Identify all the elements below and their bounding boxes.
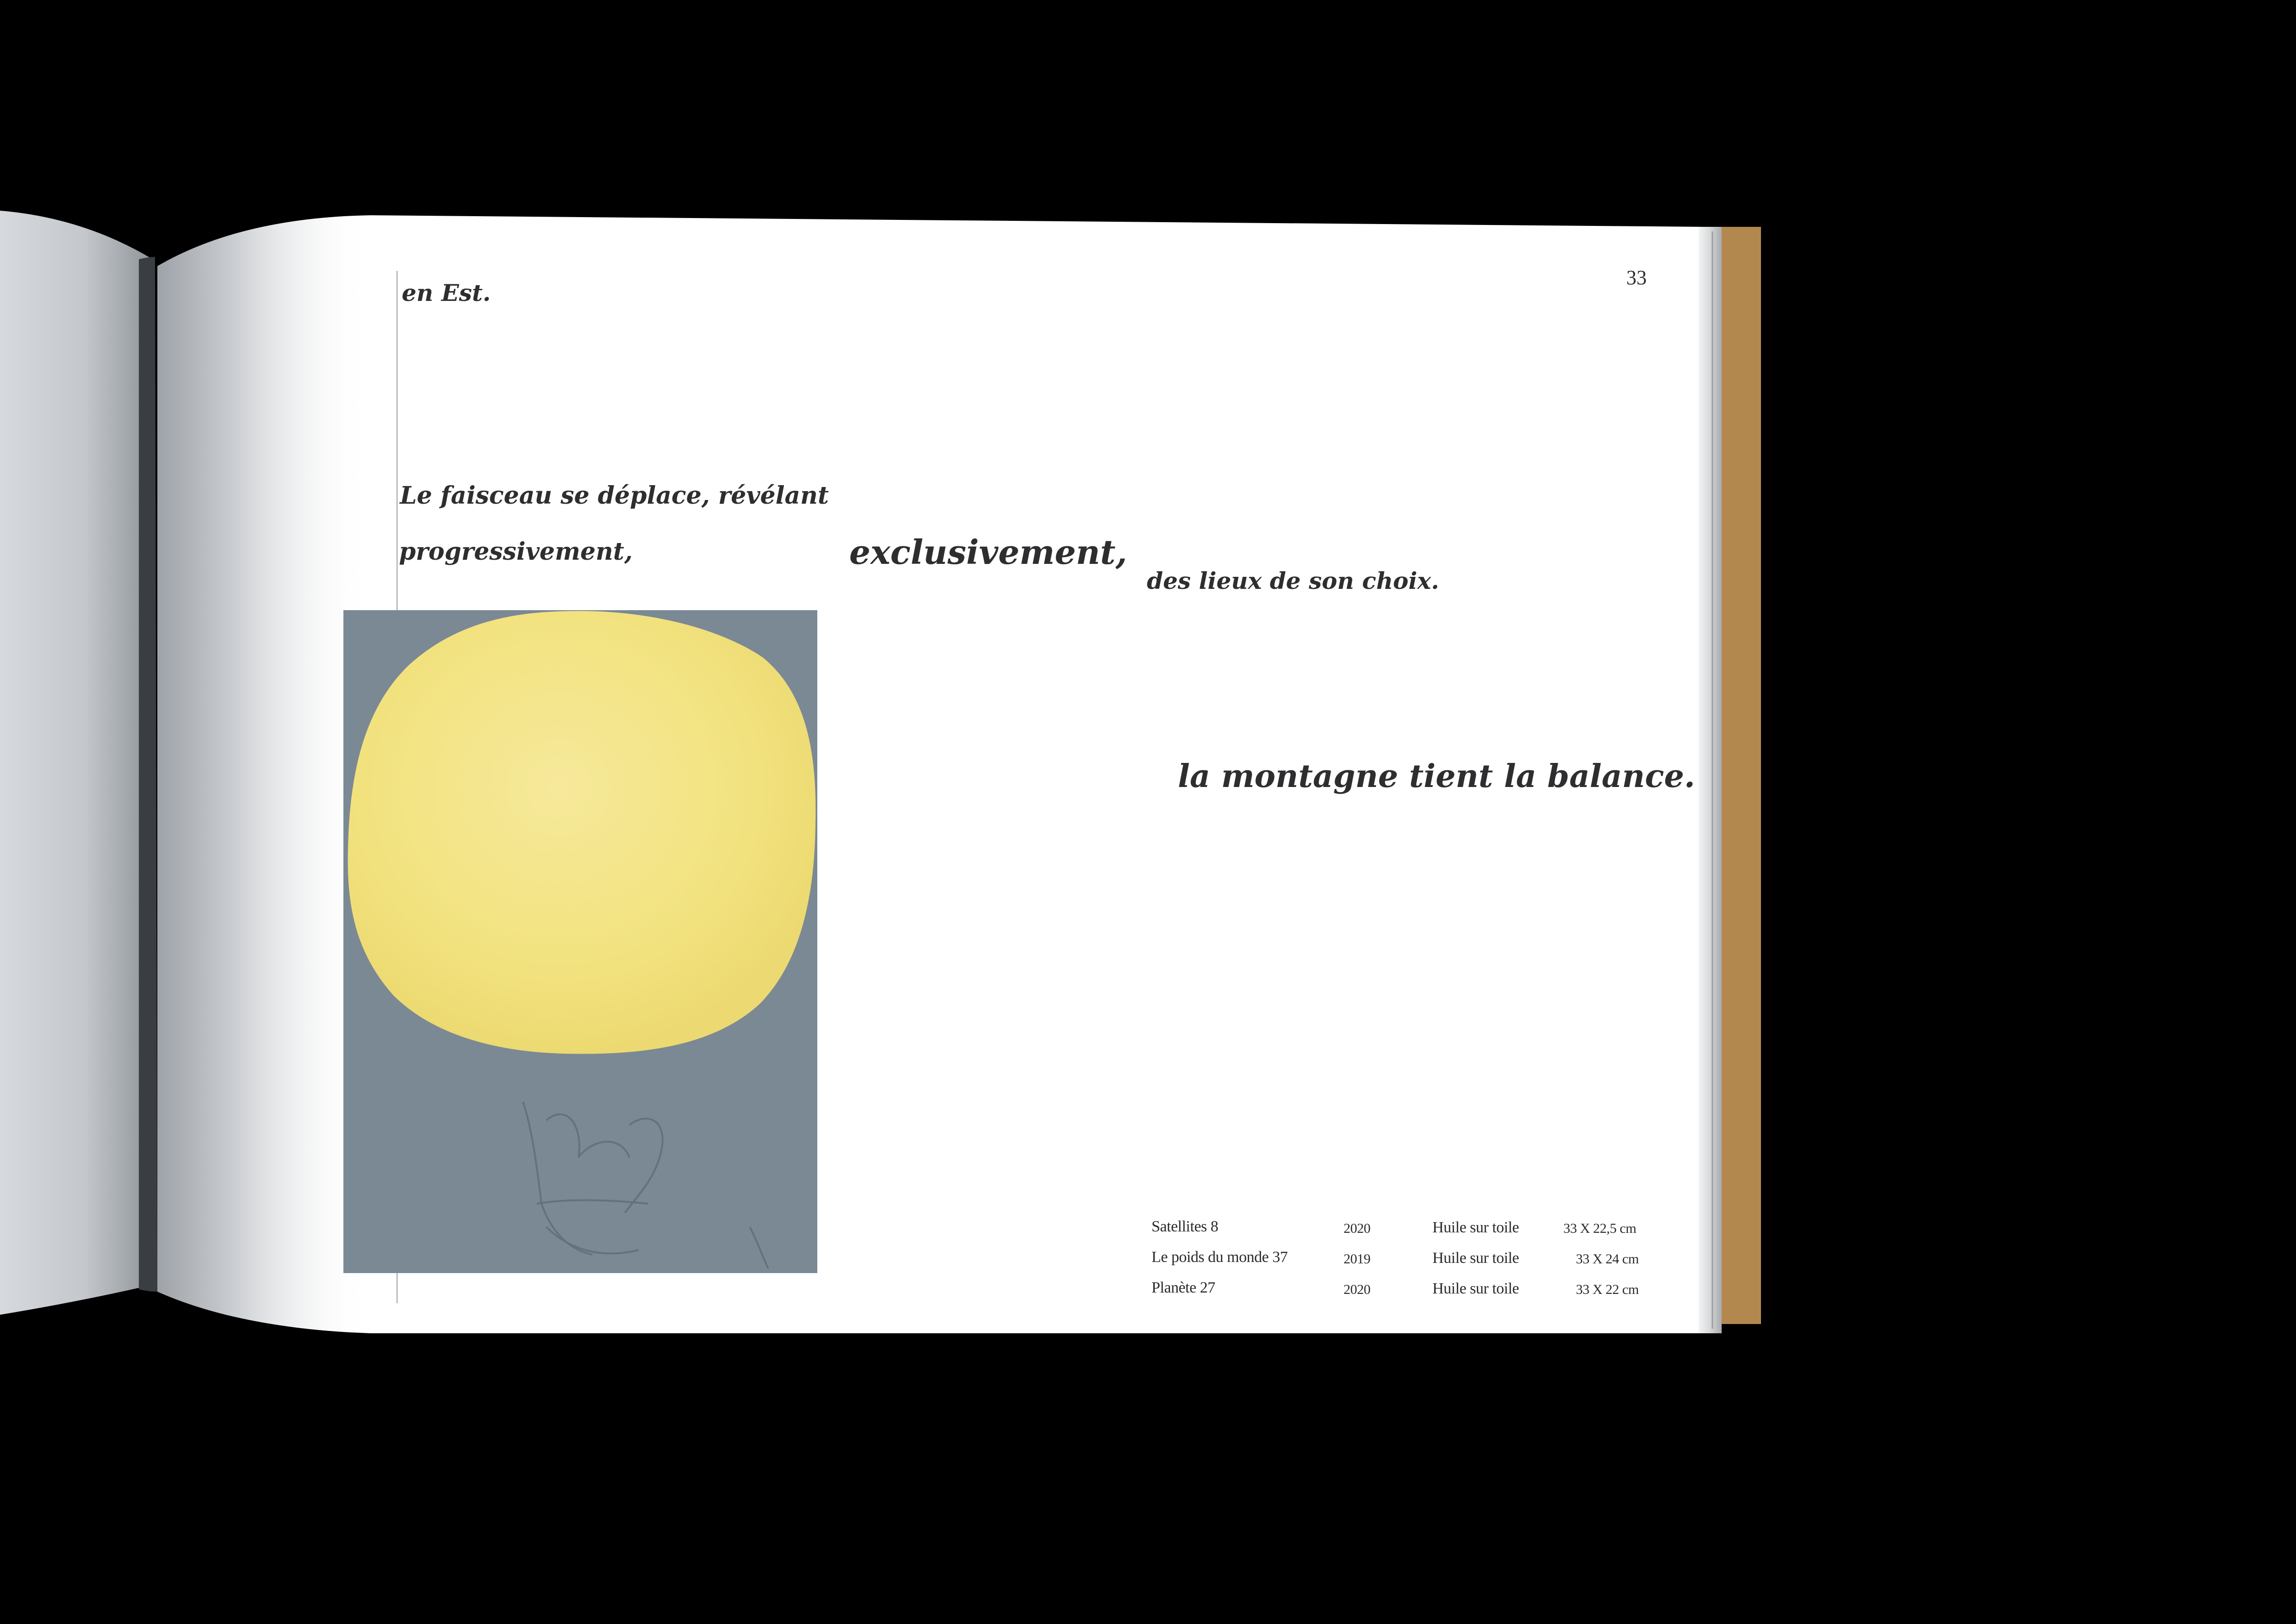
- caption-year: 2020: [1344, 1221, 1371, 1236]
- text-des-lieux: des lieux de son choix.: [1147, 567, 1439, 594]
- caption-size: 33 X 22,5 cm: [1563, 1221, 1636, 1236]
- page-number: 33: [1626, 266, 1647, 289]
- caption-medium: Huile sur toile: [1432, 1280, 1519, 1297]
- left-page: [0, 211, 153, 1315]
- text-exclusivement: exclusivement,: [849, 532, 1127, 572]
- caption-year: 2020: [1344, 1282, 1371, 1297]
- caption-title: Le poids du monde 37: [1151, 1249, 1288, 1266]
- painting-sphere: [348, 611, 816, 1054]
- text-le-faisceau: Le faisceau se déplace, révélant: [400, 481, 829, 510]
- text-progressivement: progressivement,: [399, 537, 633, 566]
- text-la-montagne: la montagne tient la balance.: [1178, 758, 1695, 795]
- text-en-est: en Est.: [402, 279, 491, 306]
- caption-medium: Huile sur toile: [1432, 1219, 1519, 1236]
- caption-size: 33 X 22 cm: [1576, 1282, 1639, 1297]
- caption-title: Planète 27: [1151, 1279, 1215, 1296]
- book-scan: [0, 211, 1761, 1333]
- painting-planete-27: [343, 610, 817, 1273]
- caption-size: 33 X 24 cm: [1576, 1251, 1639, 1267]
- caption-year: 2019: [1344, 1251, 1371, 1267]
- caption-medium: Huile sur toile: [1432, 1249, 1519, 1267]
- caption-title: Satellites 8: [1151, 1218, 1219, 1235]
- gutter-shadow: [157, 215, 370, 1333]
- left-page-spine-shadow: [139, 257, 157, 1292]
